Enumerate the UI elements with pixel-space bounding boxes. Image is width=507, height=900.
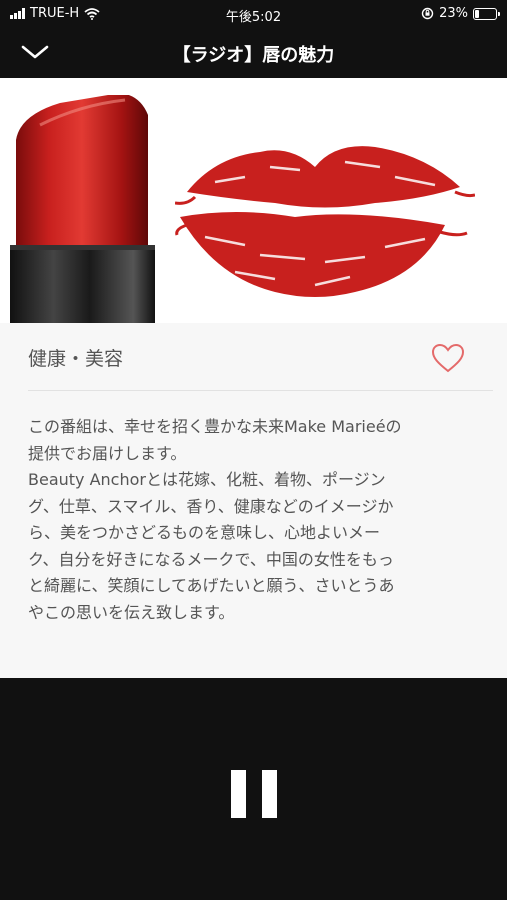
heart-outline-icon[interactable] bbox=[430, 342, 466, 374]
nav-bar: 【ラジオ】唇の魅力 bbox=[0, 28, 507, 78]
category-label: 健康・美容 bbox=[28, 348, 124, 370]
status-right: 23% bbox=[421, 6, 500, 21]
program-description: この番組は、幸せを招く豊かな未来Make Marieéの 提供でお届けします。 … bbox=[28, 417, 402, 622]
page-title: 【ラジオ】唇の魅力 bbox=[172, 45, 335, 66]
divider bbox=[28, 390, 493, 391]
battery-icon bbox=[473, 7, 500, 20]
lips-kiss-image bbox=[175, 146, 475, 297]
status-bar: TRUE-H 午後5:02 23% bbox=[0, 0, 507, 28]
lipstick-image bbox=[10, 95, 155, 323]
pause-icon[interactable] bbox=[231, 770, 277, 818]
orientation-lock-icon bbox=[421, 7, 434, 20]
hero-image bbox=[0, 95, 507, 323]
battery-percent: 23% bbox=[439, 6, 468, 21]
audio-player bbox=[0, 678, 507, 900]
hero-top-strip bbox=[0, 78, 507, 95]
program-content: 健康・美容 この番組は、幸せを招く豊かな未来Make Marieéの 提供でお届… bbox=[0, 78, 507, 678]
chevron-down-icon[interactable] bbox=[20, 40, 50, 64]
